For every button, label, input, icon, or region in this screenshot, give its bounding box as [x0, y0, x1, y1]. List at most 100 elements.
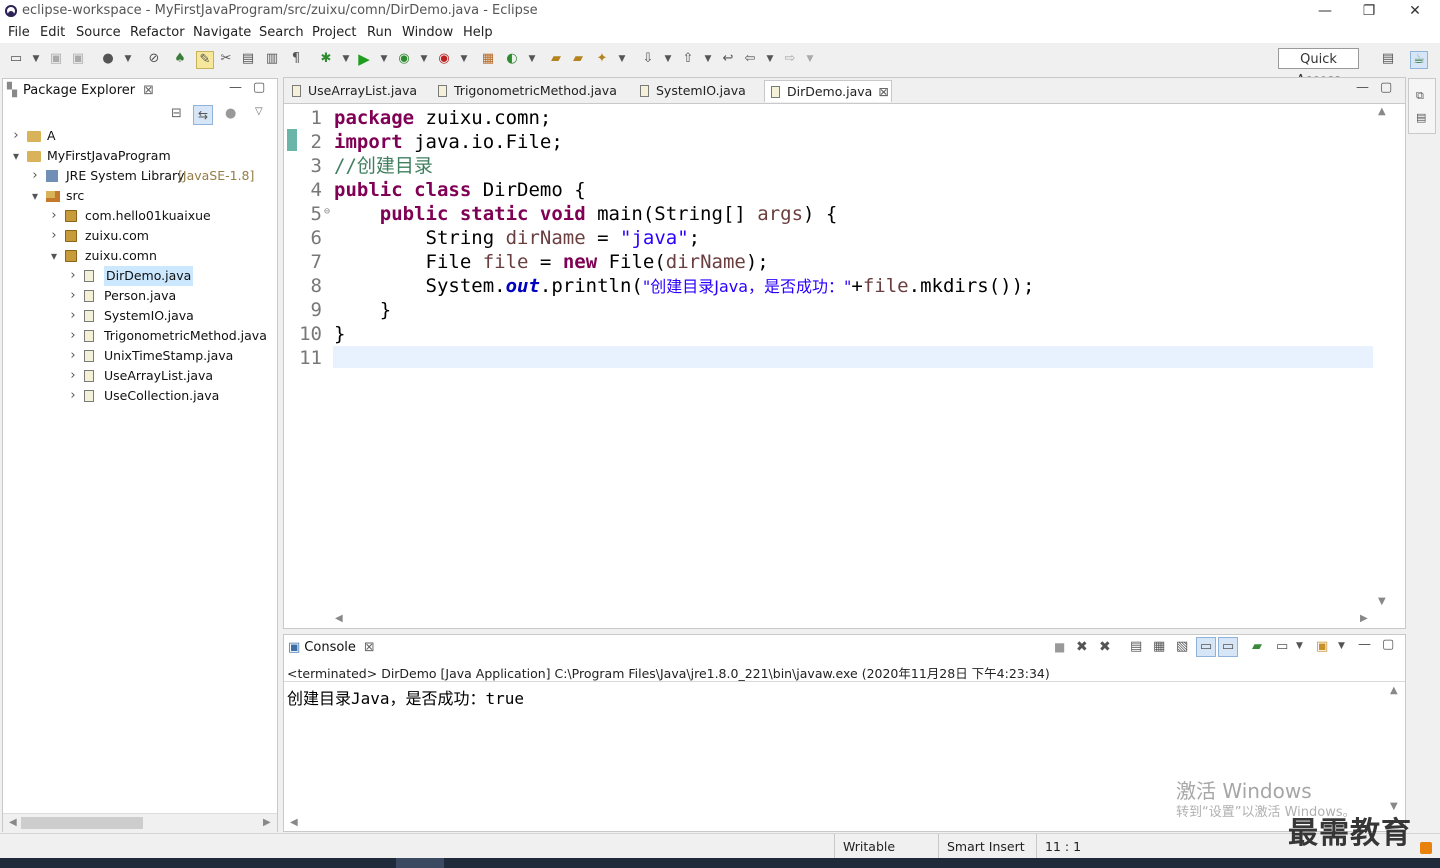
- open-task-icon[interactable]: ▰: [570, 51, 586, 67]
- tree-item[interactable]: › UseArrayList.java: [3, 366, 275, 386]
- console-tab[interactable]: ▣ Console ⊠: [288, 637, 375, 659]
- scroll-up-icon[interactable]: ▲: [1378, 106, 1386, 117]
- fold-icon[interactable]: ⊖: [324, 200, 330, 224]
- package-explorer-tab[interactable]: ▚ Package Explorer ⊠: [7, 80, 154, 102]
- taskbar-active-item[interactable]: [396, 858, 444, 868]
- maximize-editor-icon[interactable]: ▢: [1380, 80, 1392, 95]
- scroll-thumb[interactable]: [21, 817, 143, 829]
- restore-view-icon[interactable]: ⧉: [1416, 89, 1424, 103]
- coverage-dropdown-icon[interactable]: ▼: [416, 51, 432, 67]
- chevron-right-icon[interactable]: ›: [49, 226, 59, 246]
- notification-icon[interactable]: [1420, 842, 1432, 854]
- scroll-lock-icon[interactable]: ▦: [1153, 639, 1165, 654]
- scroll-left-icon[interactable]: ◀: [9, 817, 17, 828]
- save-all-icon[interactable]: ▣: [70, 51, 86, 67]
- display-dropdown-icon[interactable]: ▼: [1296, 641, 1303, 651]
- focus-icon[interactable]: ●: [225, 106, 236, 121]
- search-icon[interactable]: ✦: [594, 51, 610, 67]
- tree-item[interactable]: › SystemIO.java: [3, 306, 275, 326]
- chevron-right-icon[interactable]: ›: [68, 386, 78, 406]
- minimize-button[interactable]: —: [1302, 0, 1348, 22]
- external-dropdown-icon[interactable]: ▼: [456, 51, 472, 67]
- chevron-right-icon[interactable]: ›: [68, 366, 78, 386]
- new-icon[interactable]: ▭: [8, 51, 24, 67]
- prev-annotation-icon[interactable]: ⇧: [680, 51, 696, 67]
- external-tools-icon[interactable]: ◉: [436, 51, 452, 67]
- quick-access-input[interactable]: Quick Access: [1278, 48, 1359, 88]
- tree-item[interactable]: › DirDemo.java: [3, 266, 275, 286]
- minimize-editor-icon[interactable]: —: [1356, 80, 1369, 95]
- tree-item[interactable]: › Person.java: [3, 286, 275, 306]
- search-dropdown-icon[interactable]: ▼: [614, 51, 630, 67]
- forward-dropdown-icon[interactable]: ▼: [802, 51, 818, 67]
- open-folder-icon[interactable]: ▰: [548, 51, 564, 67]
- coverage-icon[interactable]: ◉: [396, 51, 412, 67]
- pin-console-icon[interactable]: ▰: [1252, 639, 1262, 654]
- skip-breakpoints-icon[interactable]: ⊘: [146, 51, 162, 67]
- open-perspective-icon[interactable]: ▤: [1380, 51, 1396, 67]
- show-stdout-icon[interactable]: ▭: [1196, 637, 1216, 657]
- run-icon[interactable]: ▶: [356, 51, 372, 67]
- tree-item[interactable]: › A: [3, 126, 275, 146]
- chevron-right-icon[interactable]: ›: [68, 266, 78, 286]
- chevron-down-icon[interactable]: ▾: [49, 246, 59, 266]
- open-console-icon[interactable]: ▣: [1316, 639, 1328, 654]
- remove-launch-icon[interactable]: ✖: [1076, 639, 1088, 655]
- forward-icon[interactable]: ⇨: [782, 51, 798, 67]
- menu-file[interactable]: File: [8, 25, 30, 40]
- save-icon[interactable]: ▣: [48, 51, 64, 67]
- debug-dropdown-icon[interactable]: ▼: [338, 51, 354, 67]
- dropdown-icon[interactable]: ▼: [28, 51, 44, 67]
- menu-edit[interactable]: Edit: [40, 25, 65, 40]
- open-console-dropdown-icon[interactable]: ▼: [1338, 641, 1345, 651]
- back-dropdown-icon[interactable]: ▼: [762, 51, 778, 67]
- open-type-icon[interactable]: ♠: [172, 51, 188, 67]
- debug-icon[interactable]: ✱: [318, 51, 334, 67]
- tree-item[interactable]: › zuixu.com: [3, 226, 275, 246]
- show-stderr-icon[interactable]: ▭: [1218, 637, 1238, 657]
- menu-source[interactable]: Source: [76, 25, 121, 40]
- scroll-right-icon[interactable]: ▶: [263, 817, 271, 828]
- new-package-icon[interactable]: ▦: [480, 51, 496, 67]
- prev-annotation-dropdown-icon[interactable]: ▼: [700, 51, 716, 67]
- tab-trigonometricmethod[interactable]: TrigonometricMethod.java: [432, 80, 617, 102]
- tree-item[interactable]: ▾ zuixu.comn: [3, 246, 275, 266]
- tree-item[interactable]: › TrigonometricMethod.java: [3, 326, 275, 346]
- menu-help[interactable]: Help: [463, 25, 493, 40]
- minimize-console-icon[interactable]: —: [1358, 637, 1371, 652]
- mark-occurrences-icon[interactable]: ✎: [196, 51, 214, 69]
- chevron-down-icon[interactable]: ▾: [11, 146, 21, 166]
- outline-view-icon[interactable]: ▤: [1416, 111, 1426, 124]
- scroll-left-icon[interactable]: ◀: [335, 613, 343, 624]
- close-tab-icon[interactable]: ⊠: [364, 640, 375, 655]
- chevron-right-icon[interactable]: ›: [49, 206, 59, 226]
- edit-icon[interactable]: ✂: [218, 51, 234, 67]
- menu-navigate[interactable]: Navigate: [193, 25, 251, 40]
- menu-run[interactable]: Run: [367, 25, 392, 40]
- chevron-right-icon[interactable]: ›: [30, 166, 40, 186]
- chevron-right-icon[interactable]: ›: [11, 126, 21, 146]
- display-console-icon[interactable]: ▭: [1276, 639, 1288, 654]
- scroll-left-icon[interactable]: ◀: [290, 817, 298, 828]
- java-perspective-icon[interactable]: ☕: [1410, 51, 1428, 69]
- close-tab-icon[interactable]: ⊠: [143, 83, 154, 98]
- new-class-icon[interactable]: ◐: [504, 51, 520, 67]
- menu-window[interactable]: Window: [402, 25, 453, 40]
- tab-usearraylist[interactable]: UseArrayList.java: [286, 80, 426, 102]
- tree-item[interactable]: › com.hello01kuaixue: [3, 206, 275, 226]
- next-annotation-icon[interactable]: ⇩: [640, 51, 656, 67]
- close-button[interactable]: ✕: [1392, 0, 1438, 22]
- tree-item[interactable]: › UnixTimeStamp.java: [3, 346, 275, 366]
- remove-all-icon[interactable]: ✖: [1099, 639, 1111, 655]
- close-tab-icon[interactable]: ⊠: [878, 84, 888, 99]
- chevron-right-icon[interactable]: ›: [68, 286, 78, 306]
- new-class-dropdown-icon[interactable]: ▼: [524, 51, 540, 67]
- link-with-editor-icon[interactable]: ⇆: [193, 105, 213, 125]
- console-output[interactable]: 创建目录Java，是否成功：true: [287, 685, 524, 709]
- tab-systemio[interactable]: SystemIO.java: [634, 80, 754, 102]
- tree-item[interactable]: › JRE System Library [JavaSE-1.8]: [3, 166, 275, 186]
- menu-search[interactable]: Search: [259, 25, 304, 40]
- restore-button[interactable]: ❐: [1346, 0, 1392, 22]
- view-menu-icon[interactable]: ▽: [255, 106, 263, 117]
- last-edit-icon[interactable]: ↩: [720, 51, 736, 67]
